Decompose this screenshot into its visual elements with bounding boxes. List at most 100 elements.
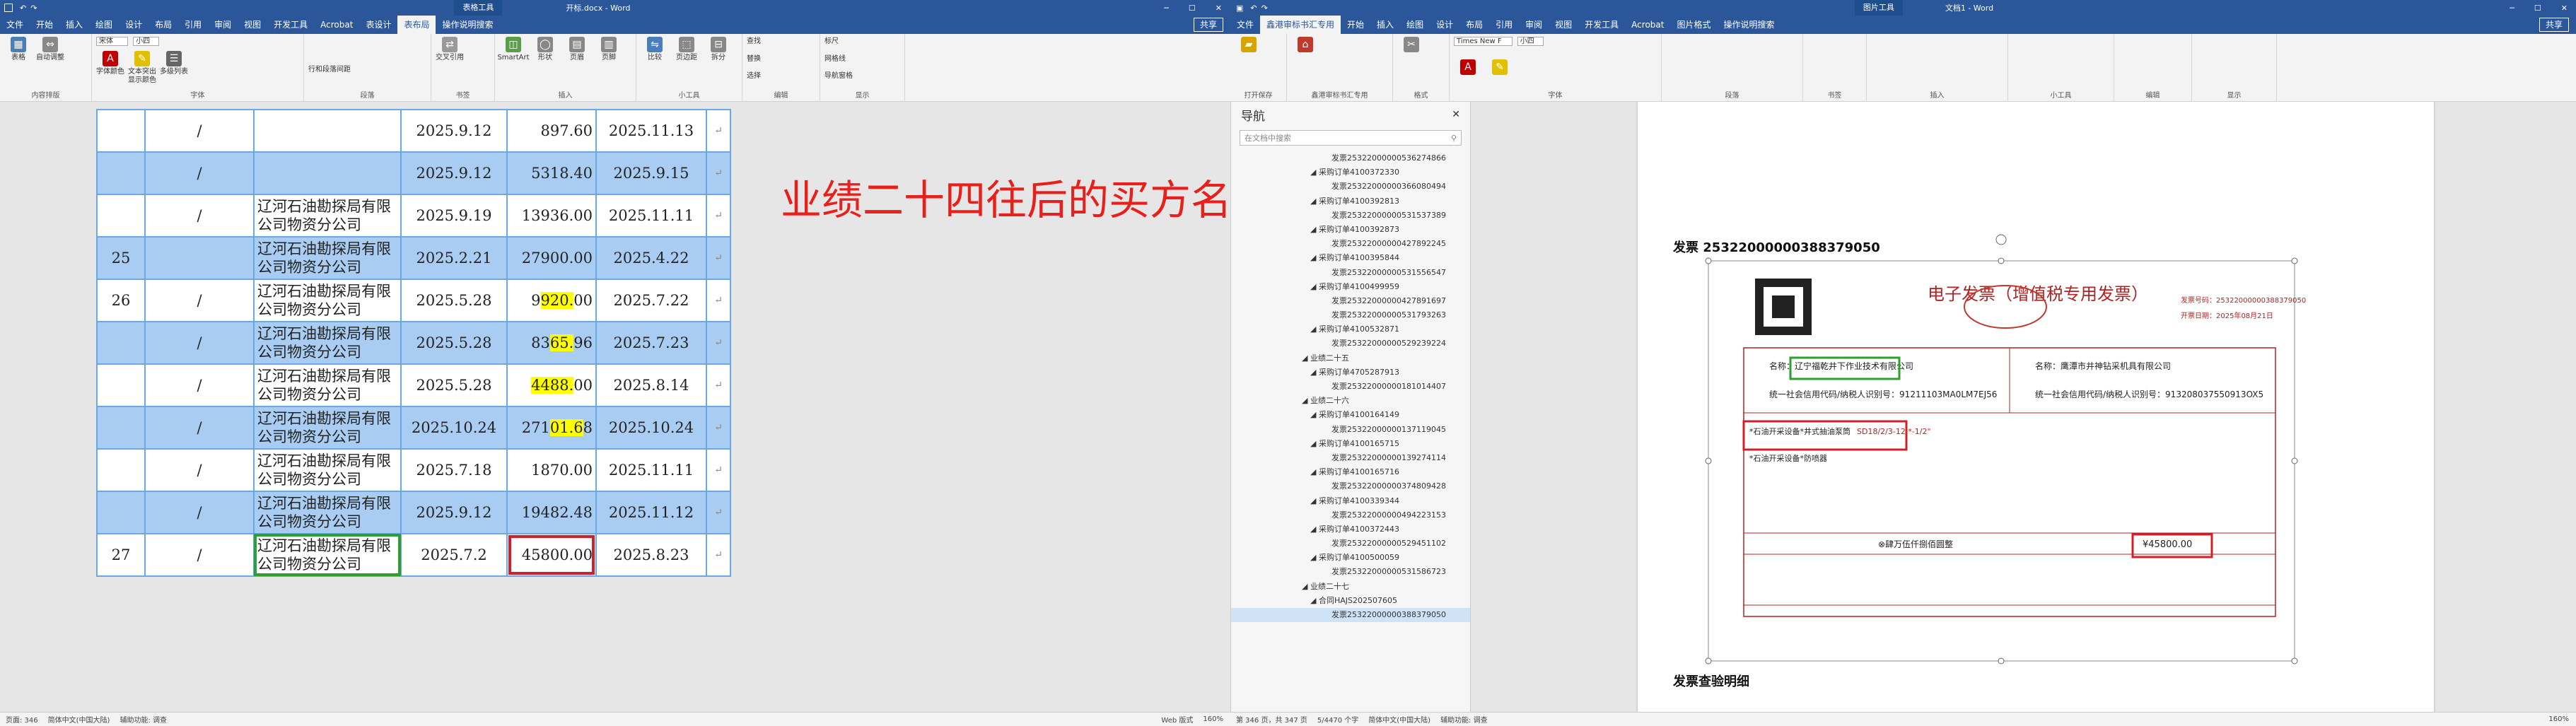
nav-item[interactable]: 发票25322000000137119045: [1231, 423, 1470, 437]
tab-acrobat[interactable]: Acrobat: [1625, 16, 1670, 34]
nav-item[interactable]: ◢ 采购订单4100392873: [1231, 223, 1470, 237]
accessibility-indicator[interactable]: 辅助功能: 调查: [1440, 714, 1488, 725]
cell-end-mark[interactable]: ↵: [706, 109, 731, 153]
invoice-date-cell[interactable]: 2025.9.12: [400, 491, 508, 534]
cell-end-mark[interactable]: ↵: [706, 448, 731, 492]
cell-end-mark[interactable]: ↵: [706, 321, 731, 365]
line-spacing-button[interactable]: 行和段落间距: [308, 65, 426, 75]
nav-item[interactable]: ◢ 采购订单4100339344: [1231, 494, 1470, 508]
row-number[interactable]: 26: [96, 279, 146, 322]
tab-developer[interactable]: 开发工具: [1578, 16, 1625, 34]
split-button[interactable]: ⊟ 拆分: [704, 37, 733, 62]
nav-pane-checkbox[interactable]: 导航窗格: [824, 71, 900, 81]
nav-item[interactable]: ◢ 采购订单4100532871: [1231, 322, 1470, 336]
find-button[interactable]: 查找: [747, 37, 815, 47]
row-number[interactable]: 27: [96, 533, 146, 577]
nav-search-input[interactable]: 在文档中搜索 ⚲: [1240, 130, 1462, 146]
nav-item[interactable]: 发票25322000000494223153: [1231, 508, 1470, 522]
word-count[interactable]: 5/4470 个字: [1317, 714, 1358, 725]
nav-item[interactable]: 发票25322000000529239224: [1231, 336, 1470, 351]
nav-item[interactable]: 发票25322000000531537389: [1231, 209, 1470, 223]
row-mark[interactable]: /: [144, 279, 255, 322]
nav-close-icon[interactable]: ✕: [1452, 109, 1460, 120]
amount-cell[interactable]: 27900.00: [506, 236, 597, 280]
row-mark[interactable]: /: [144, 363, 255, 407]
row-number[interactable]: [96, 363, 146, 407]
nav-item[interactable]: 发票25322000000388379050: [1231, 608, 1470, 623]
row-number[interactable]: 25: [96, 236, 146, 280]
due-date-cell[interactable]: 2025.7.23: [595, 321, 707, 365]
tell-me-search[interactable]: 操作说明搜索: [1717, 16, 1781, 34]
cell-end-mark[interactable]: ↵: [706, 363, 731, 407]
redo-icon[interactable]: ↷: [1261, 4, 1268, 13]
row-number[interactable]: [96, 109, 146, 153]
cell-end-mark[interactable]: ↵: [706, 279, 731, 322]
due-date-cell[interactable]: 2025.11.11: [595, 448, 707, 492]
replace-button[interactable]: 替换: [747, 54, 815, 64]
tab-file[interactable]: 文件: [1230, 16, 1260, 34]
header-button[interactable]: ▤ 页眉: [563, 37, 591, 62]
tab-home[interactable]: 开始: [30, 16, 59, 34]
nav-item[interactable]: 发票25322000000374809428: [1231, 479, 1470, 493]
nav-item[interactable]: ◢ 采购订单4705287913: [1231, 365, 1470, 380]
close-icon[interactable]: ✕: [2561, 4, 2568, 13]
nav-item[interactable]: 发票25322000000427891697: [1231, 294, 1470, 308]
minimize-icon[interactable]: ─: [1164, 4, 1169, 13]
tab-table-design[interactable]: 表设计: [359, 16, 397, 34]
invoice-date-cell[interactable]: 2025.7.18: [400, 448, 508, 492]
select-button[interactable]: 选择: [747, 71, 815, 81]
tab-view[interactable]: 视图: [1549, 16, 1578, 34]
undo-icon[interactable]: ↶: [1250, 4, 1257, 13]
nav-item[interactable]: 发票25322000000139274114: [1231, 451, 1470, 465]
invoice-date-cell[interactable]: 2025.5.28: [400, 279, 508, 322]
format-painter-button[interactable]: ✂: [1397, 37, 1426, 54]
buyer-name-cell[interactable]: 辽河石油勘探局有限公司物资分公司: [253, 533, 402, 577]
row-number[interactable]: [96, 194, 146, 238]
buyer-name-cell[interactable]: 辽河石油勘探局有限公司物资分公司: [253, 321, 402, 365]
amount-cell[interactable]: 19482.48: [506, 491, 597, 534]
tab-acrobat[interactable]: Acrobat: [314, 16, 359, 34]
tab-references[interactable]: 引用: [178, 16, 208, 34]
nav-item[interactable]: ◢ 采购订单4100165715: [1231, 437, 1470, 451]
tab-review[interactable]: 审阅: [1519, 16, 1549, 34]
due-date-cell[interactable]: 2025.4.22: [595, 236, 707, 280]
due-date-cell[interactable]: 2025.7.22: [595, 279, 707, 322]
font-size-select[interactable]: 小四: [1517, 37, 1544, 46]
row-number[interactable]: [96, 406, 146, 450]
row-mark[interactable]: /: [144, 109, 255, 153]
open-save-button[interactable]: ▰: [1235, 37, 1263, 54]
tab-references[interactable]: 引用: [1489, 16, 1519, 34]
due-date-cell[interactable]: 2025.9.15: [595, 151, 707, 195]
tab-home[interactable]: 开始: [1341, 16, 1370, 34]
nav-item[interactable]: ◢ 采购订单4100499959: [1231, 280, 1470, 294]
language-indicator[interactable]: 简体中文(中国大陆): [1368, 714, 1430, 725]
buyer-name-cell[interactable]: [253, 109, 402, 153]
due-date-cell[interactable]: 2025.8.23: [595, 533, 707, 577]
nav-item[interactable]: ◢ 业绩二十七: [1231, 580, 1470, 594]
due-date-cell[interactable]: 2025.11.12: [595, 491, 707, 534]
invoice-date-cell[interactable]: 2025.10.24: [400, 406, 508, 450]
row-mark[interactable]: /: [144, 194, 255, 238]
buyer-name-cell[interactable]: 辽河石油勘探局有限公司物资分公司: [253, 363, 402, 407]
tab-layout[interactable]: 布局: [1459, 16, 1489, 34]
row-mark[interactable]: /: [144, 533, 255, 577]
font-name-select[interactable]: Times New F: [1454, 37, 1513, 46]
tab-custom[interactable]: 鑫港审标书汇专用: [1260, 16, 1341, 34]
buyer-name-cell[interactable]: 辽河石油勘探局有限公司物资分公司: [253, 491, 402, 534]
amount-cell[interactable]: 5318.40: [506, 151, 597, 195]
redo-icon[interactable]: ↷: [30, 4, 37, 13]
shapes-button[interactable]: ◯ 形状: [531, 37, 559, 62]
invoice-date-cell[interactable]: 2025.5.28: [400, 363, 508, 407]
row-number[interactable]: [96, 491, 146, 534]
buyer-name-cell[interactable]: 辽河石油勘探局有限公司物资分公司: [253, 236, 402, 280]
accessibility-indicator[interactable]: 辅助功能: 调查: [120, 714, 167, 725]
tab-view[interactable]: 视图: [238, 16, 267, 34]
amount-cell[interactable]: 45800.00: [506, 533, 597, 577]
nav-item[interactable]: 发票25322000000181014407: [1231, 380, 1470, 394]
undo-icon[interactable]: ↶: [20, 4, 26, 13]
buyer-name-cell[interactable]: [253, 151, 402, 195]
nav-item[interactable]: 发票25322000000366080494: [1231, 180, 1470, 194]
save-icon[interactable]: ▣: [1236, 4, 1243, 13]
maximize-icon[interactable]: ☐: [1189, 4, 1196, 13]
footer-button[interactable]: ▥ 页脚: [595, 37, 623, 62]
